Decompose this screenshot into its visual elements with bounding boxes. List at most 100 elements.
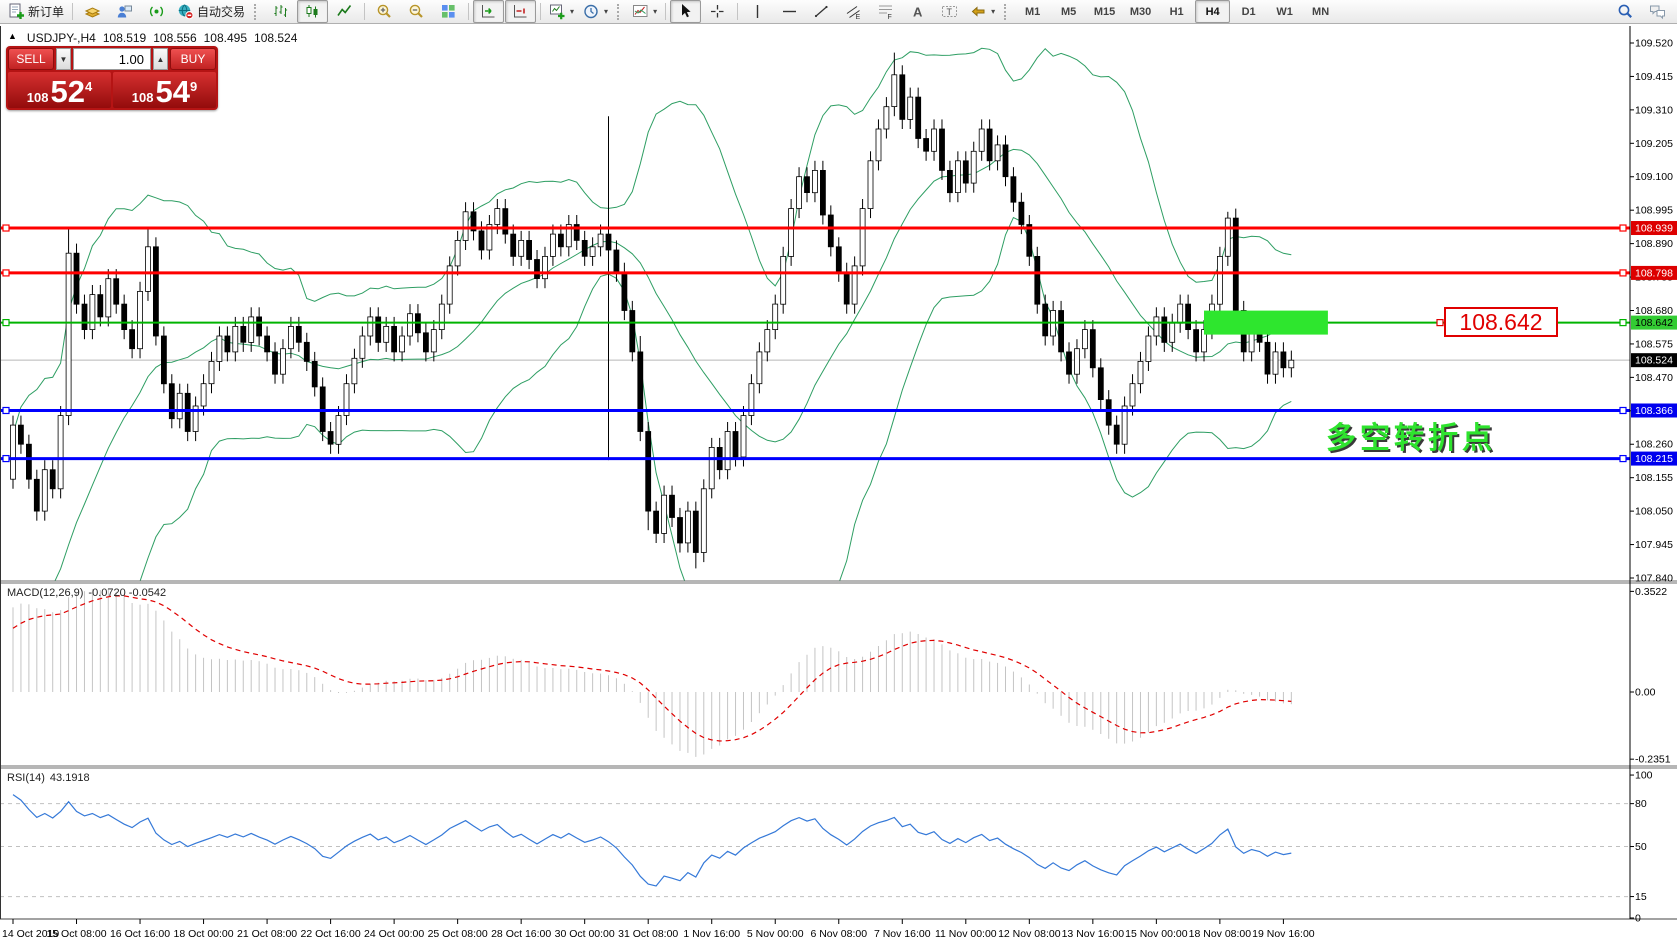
timeframe-m15-button[interactable]: M15 <box>1087 0 1122 23</box>
arrows-button[interactable]: ▾ <box>966 0 999 23</box>
svg-text:30 Oct 00:00: 30 Oct 00:00 <box>555 928 615 940</box>
ask-figure: 108 <box>132 91 154 105</box>
svg-text:A: A <box>913 5 923 20</box>
timeframe-h1-button[interactable]: H1 <box>1159 0 1194 23</box>
market-watch-button[interactable] <box>77 0 108 23</box>
volume-down-button[interactable]: ▼ <box>56 48 71 70</box>
timeframe-m1-button[interactable]: M1 <box>1015 0 1050 23</box>
dropdown-arrow-icon: ▾ <box>570 7 574 16</box>
svg-text:18 Oct 00:00: 18 Oct 00:00 <box>173 928 233 940</box>
svg-text:108.939: 108.939 <box>1635 223 1673 235</box>
mt4-window: 新订单 自动交易 ▾ ▾ ▾ EFAT ▾ M1M5M15M30H1H4D1W1MN 109.… <box>0 0 1677 946</box>
search-button[interactable] <box>1610 0 1641 23</box>
svg-text:108.680: 108.680 <box>1635 305 1673 317</box>
indicators-button[interactable]: ▾ <box>628 0 661 23</box>
timeframe-h4-button[interactable]: H4 <box>1195 0 1230 23</box>
dropdown-arrow-icon: ▾ <box>991 7 995 16</box>
macd-pane-header: MACD(12,26,9) -0.0720 -0.0542 <box>7 587 166 599</box>
tile-windows-button[interactable] <box>433 0 464 23</box>
buy-price[interactable]: 108 54 9 <box>113 72 216 108</box>
svg-text:15: 15 <box>1635 891 1647 903</box>
chart-shift-button[interactable] <box>505 0 536 23</box>
buy-button[interactable]: BUY <box>170 48 216 70</box>
svg-text:18 Nov 08:00: 18 Nov 08:00 <box>1189 928 1252 940</box>
low-value: 108.495 <box>204 31 247 45</box>
new-chart-icon <box>549 3 566 20</box>
chart-shift-icon <box>512 3 529 20</box>
new-order-icon <box>8 3 25 20</box>
line-chart-button[interactable] <box>329 0 360 23</box>
channel-button[interactable]: E <box>838 0 869 23</box>
zoom-out-button[interactable] <box>401 0 432 23</box>
navigator-button[interactable] <box>109 0 140 23</box>
chat-button[interactable] <box>1642 0 1673 23</box>
collapse-panel-icon[interactable]: ▲ <box>8 31 17 45</box>
timeframe-d1-button[interactable]: D1 <box>1231 0 1266 23</box>
crosshair-button[interactable] <box>702 0 733 23</box>
crosshair-icon <box>709 3 726 20</box>
timeframe-mn-button[interactable]: MN <box>1303 0 1338 23</box>
main-price-pane <box>0 48 1630 905</box>
toolbar-grip <box>1004 4 1010 20</box>
rsi-name: RSI(14) <box>7 772 45 784</box>
svg-text:107.840: 107.840 <box>1635 572 1673 584</box>
dropdown-arrow-icon: ▾ <box>653 7 657 16</box>
chart-profiles-button[interactable]: ▾ <box>579 0 612 23</box>
svg-text:109.310: 109.310 <box>1635 104 1673 116</box>
fibonacci-button[interactable]: F <box>870 0 901 23</box>
macd-signal-line <box>13 596 1291 741</box>
svg-text:0.00: 0.00 <box>1635 687 1656 699</box>
chinese-annotation[interactable]: 多空转折点 <box>1326 413 1496 457</box>
zoom-in-button[interactable] <box>369 0 400 23</box>
macd-values: -0.0720 -0.0542 <box>88 587 166 599</box>
volume-up-button[interactable]: ▲ <box>153 48 168 70</box>
svg-text:109.415: 109.415 <box>1635 71 1673 83</box>
signals-button[interactable] <box>141 0 172 23</box>
cursor-button[interactable] <box>670 0 701 23</box>
svg-text:108.215: 108.215 <box>1635 453 1673 465</box>
rsi-pane <box>0 795 1630 897</box>
svg-text:109.100: 109.100 <box>1635 171 1673 183</box>
text-button[interactable]: A <box>902 0 933 23</box>
axis-badge-108.642: 108.642 <box>1631 316 1677 330</box>
new-order-button[interactable]: 新订单 <box>4 0 68 23</box>
vline-button[interactable] <box>742 0 773 23</box>
autotrade-button[interactable]: 自动交易 <box>173 0 249 23</box>
timeframe-w1-button[interactable]: W1 <box>1267 0 1302 23</box>
svg-text:107.945: 107.945 <box>1635 539 1673 551</box>
green-zone-rectangle[interactable] <box>1204 311 1328 335</box>
new-order-button-label: 新订单 <box>28 3 64 20</box>
timeframe-m5-button[interactable]: M5 <box>1051 0 1086 23</box>
toolbar-grip <box>254 4 260 20</box>
sell-button[interactable]: SELL <box>8 48 54 70</box>
bollinger-bands <box>13 48 1291 905</box>
svg-text:108.366: 108.366 <box>1635 405 1673 417</box>
chart-canvas[interactable]: 109.520109.415109.310109.205109.100108.9… <box>0 25 1677 946</box>
zoom-in-icon <box>376 3 393 20</box>
text-icon: A <box>909 3 926 20</box>
svg-text:15 Nov 00:00: 15 Nov 00:00 <box>1125 928 1188 940</box>
svg-text:109.520: 109.520 <box>1635 38 1673 50</box>
sell-price[interactable]: 108 52 4 <box>8 72 111 108</box>
bar-chart-button[interactable] <box>265 0 296 23</box>
indicators-icon <box>632 3 649 20</box>
svg-text:0: 0 <box>1635 913 1641 925</box>
svg-text:100: 100 <box>1635 770 1653 782</box>
line-chart-icon <box>336 3 353 20</box>
chart-ohlc-header: ▲ USDJPY-,H4 108.519 108.556 108.495 108… <box>8 31 297 45</box>
trendline-button[interactable] <box>806 0 837 23</box>
hline-button[interactable] <box>774 0 805 23</box>
svg-text:25 Oct 08:00: 25 Oct 08:00 <box>428 928 488 940</box>
toolbar-separator <box>468 3 469 20</box>
auto-scroll-button[interactable] <box>473 0 504 23</box>
volume-input[interactable] <box>73 48 151 70</box>
svg-text:-0.2351: -0.2351 <box>1635 754 1671 766</box>
timeframe-m30-button[interactable]: M30 <box>1123 0 1158 23</box>
market-watch-icon <box>84 3 101 20</box>
candlestick-button[interactable] <box>297 0 328 23</box>
new-chart-button[interactable]: ▾ <box>545 0 578 23</box>
price-text-label[interactable]: 108.642 <box>1444 307 1558 337</box>
svg-text:108.642: 108.642 <box>1635 317 1673 329</box>
svg-text:22 Oct 16:00: 22 Oct 16:00 <box>301 928 361 940</box>
label-button[interactable]: T <box>934 0 965 23</box>
